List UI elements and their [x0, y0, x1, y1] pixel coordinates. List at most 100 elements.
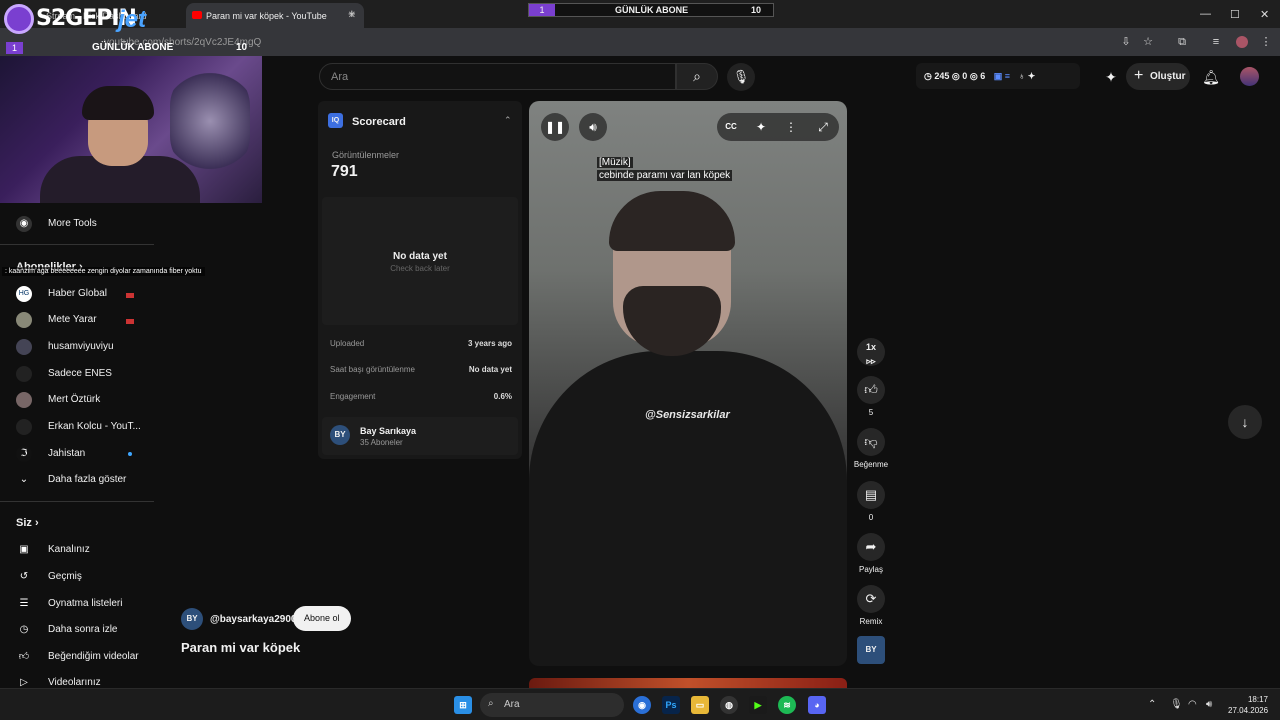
channel-avatar: BY	[330, 425, 350, 445]
like-button[interactable]: 👍︎ 5	[857, 376, 885, 417]
pause-icon: ❚❚	[544, 120, 566, 134]
goal-value: 10	[236, 42, 248, 53]
sidebar-item-jahistan[interactable]: ℑ Jahistan	[0, 440, 154, 466]
chevron-up-icon[interactable]: ⌃	[504, 115, 512, 126]
share-button[interactable]: ➦ Paylaş	[857, 533, 885, 574]
stat-row-uploaded: Uploaded 3 years ago	[330, 339, 512, 353]
captions-icon[interactable]: CC	[717, 113, 745, 141]
sidebar-item-your-channel[interactable]: ▣ Kanalınız	[0, 536, 154, 562]
goal-label: GÜNLÜK ABONE	[615, 5, 689, 15]
mic-icon[interactable]: 🎙︎	[1170, 699, 1183, 710]
you-header[interactable]: Siz ›	[16, 517, 39, 529]
chrome-icon[interactable]: ◉	[633, 696, 651, 714]
sidebar-item-watch-later[interactable]: ◷ Daha sonra izle	[0, 616, 154, 642]
media-icon[interactable]: ≡	[1210, 36, 1222, 48]
channel-avatar	[16, 366, 32, 382]
new-tab-button[interactable]: +	[348, 6, 356, 21]
ai-icon[interactable]: ✦	[1100, 66, 1122, 88]
comments-button[interactable]: ▤ 0	[857, 481, 885, 522]
remix-button[interactable]: ⟳ Remix	[857, 585, 885, 626]
more-icon[interactable]: ⋮	[777, 113, 805, 141]
create-button[interactable]: + Oluştur	[1126, 63, 1190, 90]
extension-stats[interactable]: ◷ 245 ◎ 0 ◎ 6 ▣ ≡ ♁ ✦	[916, 63, 1080, 89]
profile-icon[interactable]	[1236, 36, 1248, 48]
clock-icon: ◷	[19, 624, 29, 635]
obs-icon[interactable]: ◍	[720, 696, 738, 714]
show-more-button[interactable]: ⌄ Daha fazla göster	[0, 466, 154, 492]
spotify-icon[interactable]: ≋	[778, 696, 796, 714]
bookmark-star-icon[interactable]: ☆	[1142, 36, 1154, 48]
sidebar-item-playlists[interactable]: ☰ Oynatma listeleri	[0, 590, 154, 616]
search-icon: ⌕	[488, 698, 494, 709]
sound-thumbnail[interactable]: BY	[857, 636, 885, 664]
channel-label: Haber Global	[48, 288, 107, 299]
clock-date: 27.04.2026	[1228, 706, 1269, 715]
owner-handle[interactable]: @baysarkaya2900	[210, 614, 297, 625]
avatar[interactable]	[1240, 67, 1259, 86]
wifi-icon[interactable]: ◠	[1188, 699, 1197, 710]
row-value: No data yet	[468, 365, 512, 374]
volume-button[interactable]: 🔊︎	[579, 113, 607, 141]
video-title[interactable]: Paran mi var köpek	[181, 640, 300, 655]
sidebar-item-liked-videos[interactable]: 👍︎ Beğendiğim videolar	[0, 643, 154, 669]
clock-time: 18:17	[1247, 695, 1268, 704]
channel-name: Bay Sarıkaya	[360, 426, 417, 436]
shorts-video-player[interactable]: ❚❚ 🔊︎ CC ✦ ⋮ ⤢ [Müzik] cebinde paramı va…	[529, 101, 847, 666]
tray-chevron-icon[interactable]: ⌃	[1148, 699, 1156, 710]
extensions-icon[interactable]: ⧉	[1176, 36, 1188, 48]
taskbar-clock[interactable]: 18:17 27.04.2026	[1228, 694, 1268, 716]
row-value: 0.6%	[493, 392, 512, 401]
dislike-button[interactable]: 👎︎ Beğenme	[854, 428, 888, 469]
clock-icon: ◷	[924, 71, 932, 81]
row-label: Uploaded	[330, 339, 365, 348]
scorecard-panel: IQ Scorecard ⌃ Görüntülenmeler 791 No da…	[318, 101, 522, 459]
sidebar-item-husamviyuviyu[interactable]: husamviyuviyu	[0, 333, 154, 359]
sidebar-item-erkan-kolcu[interactable]: Erkan Kolcu - YouT...	[0, 413, 154, 439]
sidebar-item-mert-ozturk[interactable]: Mert Öztürk	[0, 386, 154, 412]
channel-icon: ▣	[19, 544, 29, 555]
close-window-icon[interactable]: ✕	[1260, 8, 1269, 21]
tools-icon: ◉	[16, 216, 32, 232]
minimize-icon[interactable]: —	[1200, 8, 1211, 20]
search-input[interactable]: Ara	[319, 63, 676, 90]
item-label: Geçmiş	[48, 571, 82, 582]
speed-button[interactable]: 1x ▹▹	[857, 338, 885, 366]
sidebar-item-haber-global[interactable]: HG Haber Global	[0, 280, 154, 306]
discord-icon[interactable]: ◕	[808, 696, 826, 714]
live-badge	[126, 293, 134, 298]
subscribe-button[interactable]: Abone ol	[293, 606, 351, 631]
logo-icon	[4, 4, 34, 34]
start-icon[interactable]: ⊞	[454, 696, 472, 714]
mic-icon: 🎙︎	[732, 69, 750, 84]
sidebar-item-history[interactable]: ↺ Geçmiş	[0, 563, 154, 589]
photoshop-icon[interactable]: Ps	[662, 696, 680, 714]
channel-avatar	[16, 312, 32, 328]
channel-card[interactable]: BY Bay Sarıkaya 35 Aboneler	[322, 417, 518, 455]
search-button[interactable]: ⌕	[676, 63, 718, 90]
channel-avatar	[16, 339, 32, 355]
install-icon[interactable]: ⇩	[1120, 36, 1132, 48]
channel-label: Mert Öztürk	[48, 394, 101, 405]
more-icon[interactable]: ⋮	[1260, 36, 1272, 48]
sidebar-item-sadece-enes[interactable]: Sadece ENES	[0, 360, 154, 386]
kick-icon[interactable]: ▶	[749, 696, 767, 714]
next-video-preview[interactable]	[529, 678, 847, 688]
caption-line: [Müzik]	[597, 157, 633, 168]
no-data-sub: Check back later	[390, 264, 450, 273]
maximize-icon[interactable]: ☐	[1230, 8, 1240, 21]
more-tools[interactable]: ◉ More Tools	[0, 210, 154, 236]
sidebar-item-mete-yarar[interactable]: Mete Yarar	[0, 306, 154, 332]
chat-overlay-message: : kaanzim aga beeeeeeee zengin diyolar z…	[2, 267, 205, 276]
next-short-button[interactable]: ↓	[1228, 405, 1262, 439]
pause-button[interactable]: ❚❚	[541, 113, 569, 141]
fullscreen-icon[interactable]: ⤢	[809, 113, 837, 141]
taskbar-search[interactable]: ⌕ Ara	[480, 693, 624, 717]
owner-avatar[interactable]: BY	[181, 608, 203, 630]
video-owner: BY @baysarkaya2900 Abone ol	[181, 606, 381, 634]
bell-icon[interactable]: 🔔︎	[1200, 66, 1222, 88]
speaker-icon[interactable]: 🔊︎	[1206, 699, 1212, 710]
voice-search-button[interactable]: 🎙︎	[727, 63, 755, 91]
folder-icon[interactable]: ▭	[691, 696, 709, 714]
ai-icon[interactable]: ✦	[747, 113, 775, 141]
channel-subscribers: 35 Aboneler	[360, 438, 403, 447]
